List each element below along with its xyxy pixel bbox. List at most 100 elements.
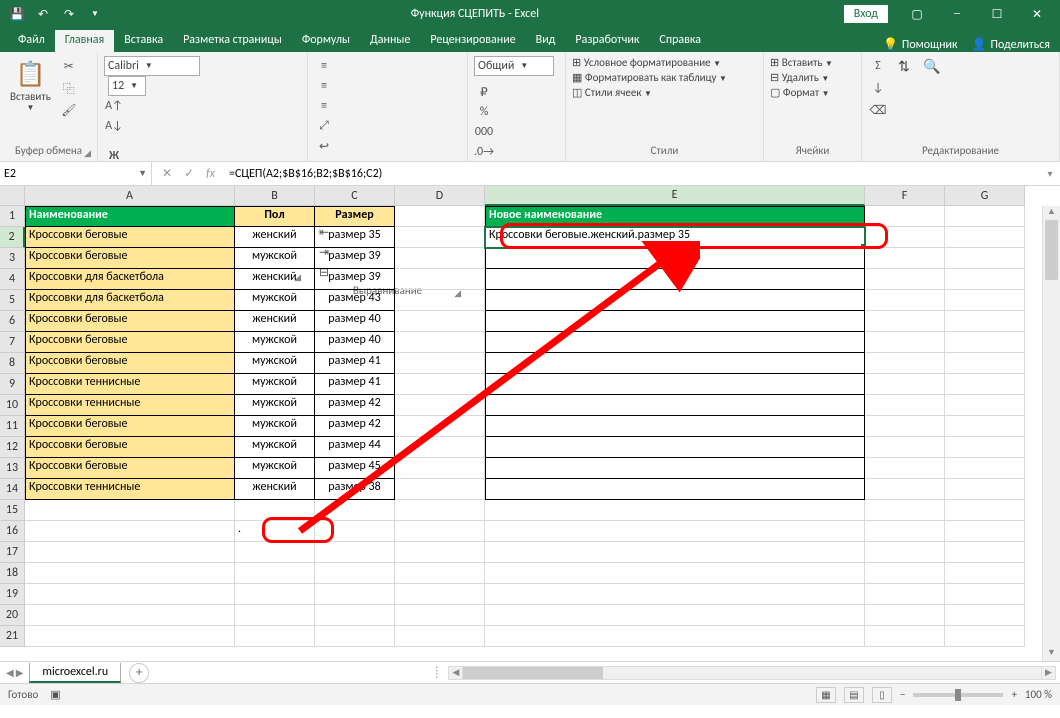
cell-B1[interactable]: Пол: [235, 206, 315, 227]
cell-G3[interactable]: [945, 248, 1025, 269]
cell-C10[interactable]: размер 42: [315, 395, 395, 416]
row-header-18[interactable]: 18: [0, 563, 25, 584]
cell-G9[interactable]: [945, 374, 1025, 395]
find-select-button[interactable]: 🔍: [920, 56, 944, 76]
cell-G21[interactable]: [945, 626, 1025, 647]
wrap-text-icon[interactable]: ↩: [314, 136, 334, 156]
cell-C17[interactable]: [315, 542, 395, 563]
cell-G15[interactable]: [945, 500, 1025, 521]
cell-D17[interactable]: [395, 542, 485, 563]
cell-G12[interactable]: [945, 437, 1025, 458]
redo-icon[interactable]: ↷: [58, 3, 80, 25]
row-header-21[interactable]: 21: [0, 626, 25, 647]
cell-E19[interactable]: [485, 584, 865, 605]
row-header-9[interactable]: 9: [0, 374, 25, 395]
cell-G20[interactable]: [945, 605, 1025, 626]
tab-page-layout[interactable]: Разметка страницы: [173, 30, 292, 52]
format-cells-button[interactable]: ▢ Формат ▼: [770, 86, 830, 99]
zoom-in-icon[interactable]: +: [1011, 688, 1016, 701]
column-header-C[interactable]: C: [315, 186, 395, 206]
cell-C20[interactable]: [315, 605, 395, 626]
cell-B8[interactable]: мужской: [235, 353, 315, 374]
cell-G1[interactable]: [945, 206, 1025, 227]
cell-B6[interactable]: женский: [235, 311, 315, 332]
cell-A9[interactable]: Кроссовки теннисные: [25, 374, 235, 395]
row-header-13[interactable]: 13: [0, 458, 25, 479]
cell-D4[interactable]: [395, 269, 485, 290]
cell-D21[interactable]: [395, 626, 485, 647]
cell-D18[interactable]: [395, 563, 485, 584]
cell-F9[interactable]: [865, 374, 945, 395]
cell-A5[interactable]: Кроссовки для баскетбола: [25, 290, 235, 311]
delete-cells-button[interactable]: ⊟ Удалить ▼: [770, 71, 829, 84]
cell-G4[interactable]: [945, 269, 1025, 290]
tabs-split-icon[interactable]: ⁞: [429, 666, 444, 680]
cell-C5[interactable]: размер 43: [315, 290, 395, 311]
cell-D19[interactable]: [395, 584, 485, 605]
cell-D8[interactable]: [395, 353, 485, 374]
scroll-right-icon[interactable]: ▶: [1041, 667, 1055, 679]
cell-F7[interactable]: [865, 332, 945, 353]
cell-E6[interactable]: [485, 311, 865, 332]
row-header-7[interactable]: 7: [0, 332, 25, 353]
cell-A2[interactable]: Кроссовки беговые: [25, 227, 235, 248]
cell-D12[interactable]: [395, 437, 485, 458]
comma-icon[interactable]: 000: [474, 122, 494, 142]
cell-A8[interactable]: Кроссовки беговые: [25, 353, 235, 374]
cell-E18[interactable]: [485, 563, 865, 584]
align-middle-icon[interactable]: ≡: [314, 76, 334, 96]
sheet-nav-next-icon[interactable]: ▶: [16, 666, 24, 679]
cell-B15[interactable]: [235, 500, 315, 521]
share-button[interactable]: 👤Поделиться: [972, 37, 1050, 52]
cell-F10[interactable]: [865, 395, 945, 416]
row-header-10[interactable]: 10: [0, 395, 25, 416]
autosum-icon[interactable]: Σ: [868, 56, 888, 76]
column-header-B[interactable]: B: [235, 186, 315, 206]
row-header-19[interactable]: 19: [0, 584, 25, 605]
cancel-formula-icon[interactable]: ✕: [162, 166, 172, 181]
cell-G5[interactable]: [945, 290, 1025, 311]
cell-D5[interactable]: [395, 290, 485, 311]
cell-C16[interactable]: [315, 521, 395, 542]
cell-E17[interactable]: [485, 542, 865, 563]
clear-icon[interactable]: ⌫: [868, 100, 888, 120]
align-top-icon[interactable]: ≡: [314, 56, 334, 76]
cell-A14[interactable]: Кроссовки теннисные: [25, 479, 235, 500]
cell-G17[interactable]: [945, 542, 1025, 563]
name-box-input[interactable]: [4, 167, 138, 181]
cell-F13[interactable]: [865, 458, 945, 479]
name-box-dropdown-icon[interactable]: ▼: [138, 168, 147, 179]
number-format-combo[interactable]: Общий▼: [474, 56, 554, 76]
cell-E10[interactable]: [485, 395, 865, 416]
cell-A15[interactable]: [25, 500, 235, 521]
cell-B16[interactable]: .: [235, 521, 315, 542]
cell-B13[interactable]: мужской: [235, 458, 315, 479]
cell-F3[interactable]: [865, 248, 945, 269]
cell-F12[interactable]: [865, 437, 945, 458]
cell-B14[interactable]: женский: [235, 479, 315, 500]
align-bottom-icon[interactable]: ≡: [314, 96, 334, 116]
cell-F16[interactable]: [865, 521, 945, 542]
cell-C6[interactable]: размер 40: [315, 311, 395, 332]
cell-F5[interactable]: [865, 290, 945, 311]
copy-icon[interactable]: ⿻: [59, 78, 79, 98]
vertical-scrollbar[interactable]: ▲ ▼: [1042, 206, 1060, 661]
cell-E20[interactable]: [485, 605, 865, 626]
sort-filter-button[interactable]: ⇅: [892, 56, 916, 76]
cell-D15[interactable]: [395, 500, 485, 521]
cell-B10[interactable]: мужской: [235, 395, 315, 416]
sign-in-button[interactable]: Вход: [844, 5, 888, 23]
cell-A20[interactable]: [25, 605, 235, 626]
insert-cells-button[interactable]: ⊞ Вставить ▼: [770, 56, 833, 69]
cell-B11[interactable]: мужской: [235, 416, 315, 437]
scroll-up-icon[interactable]: ▲: [1043, 206, 1060, 220]
column-header-G[interactable]: G: [945, 186, 1025, 206]
cell-F1[interactable]: [865, 206, 945, 227]
cell-D20[interactable]: [395, 605, 485, 626]
cell-B21[interactable]: [235, 626, 315, 647]
enter-formula-icon[interactable]: ✓: [184, 166, 194, 181]
row-header-14[interactable]: 14: [0, 479, 25, 500]
zoom-level[interactable]: 100 %: [1025, 688, 1052, 701]
column-header-E[interactable]: E: [485, 186, 865, 206]
cell-E2[interactable]: Кроссовки беговые.женский.размер 35: [485, 227, 865, 248]
